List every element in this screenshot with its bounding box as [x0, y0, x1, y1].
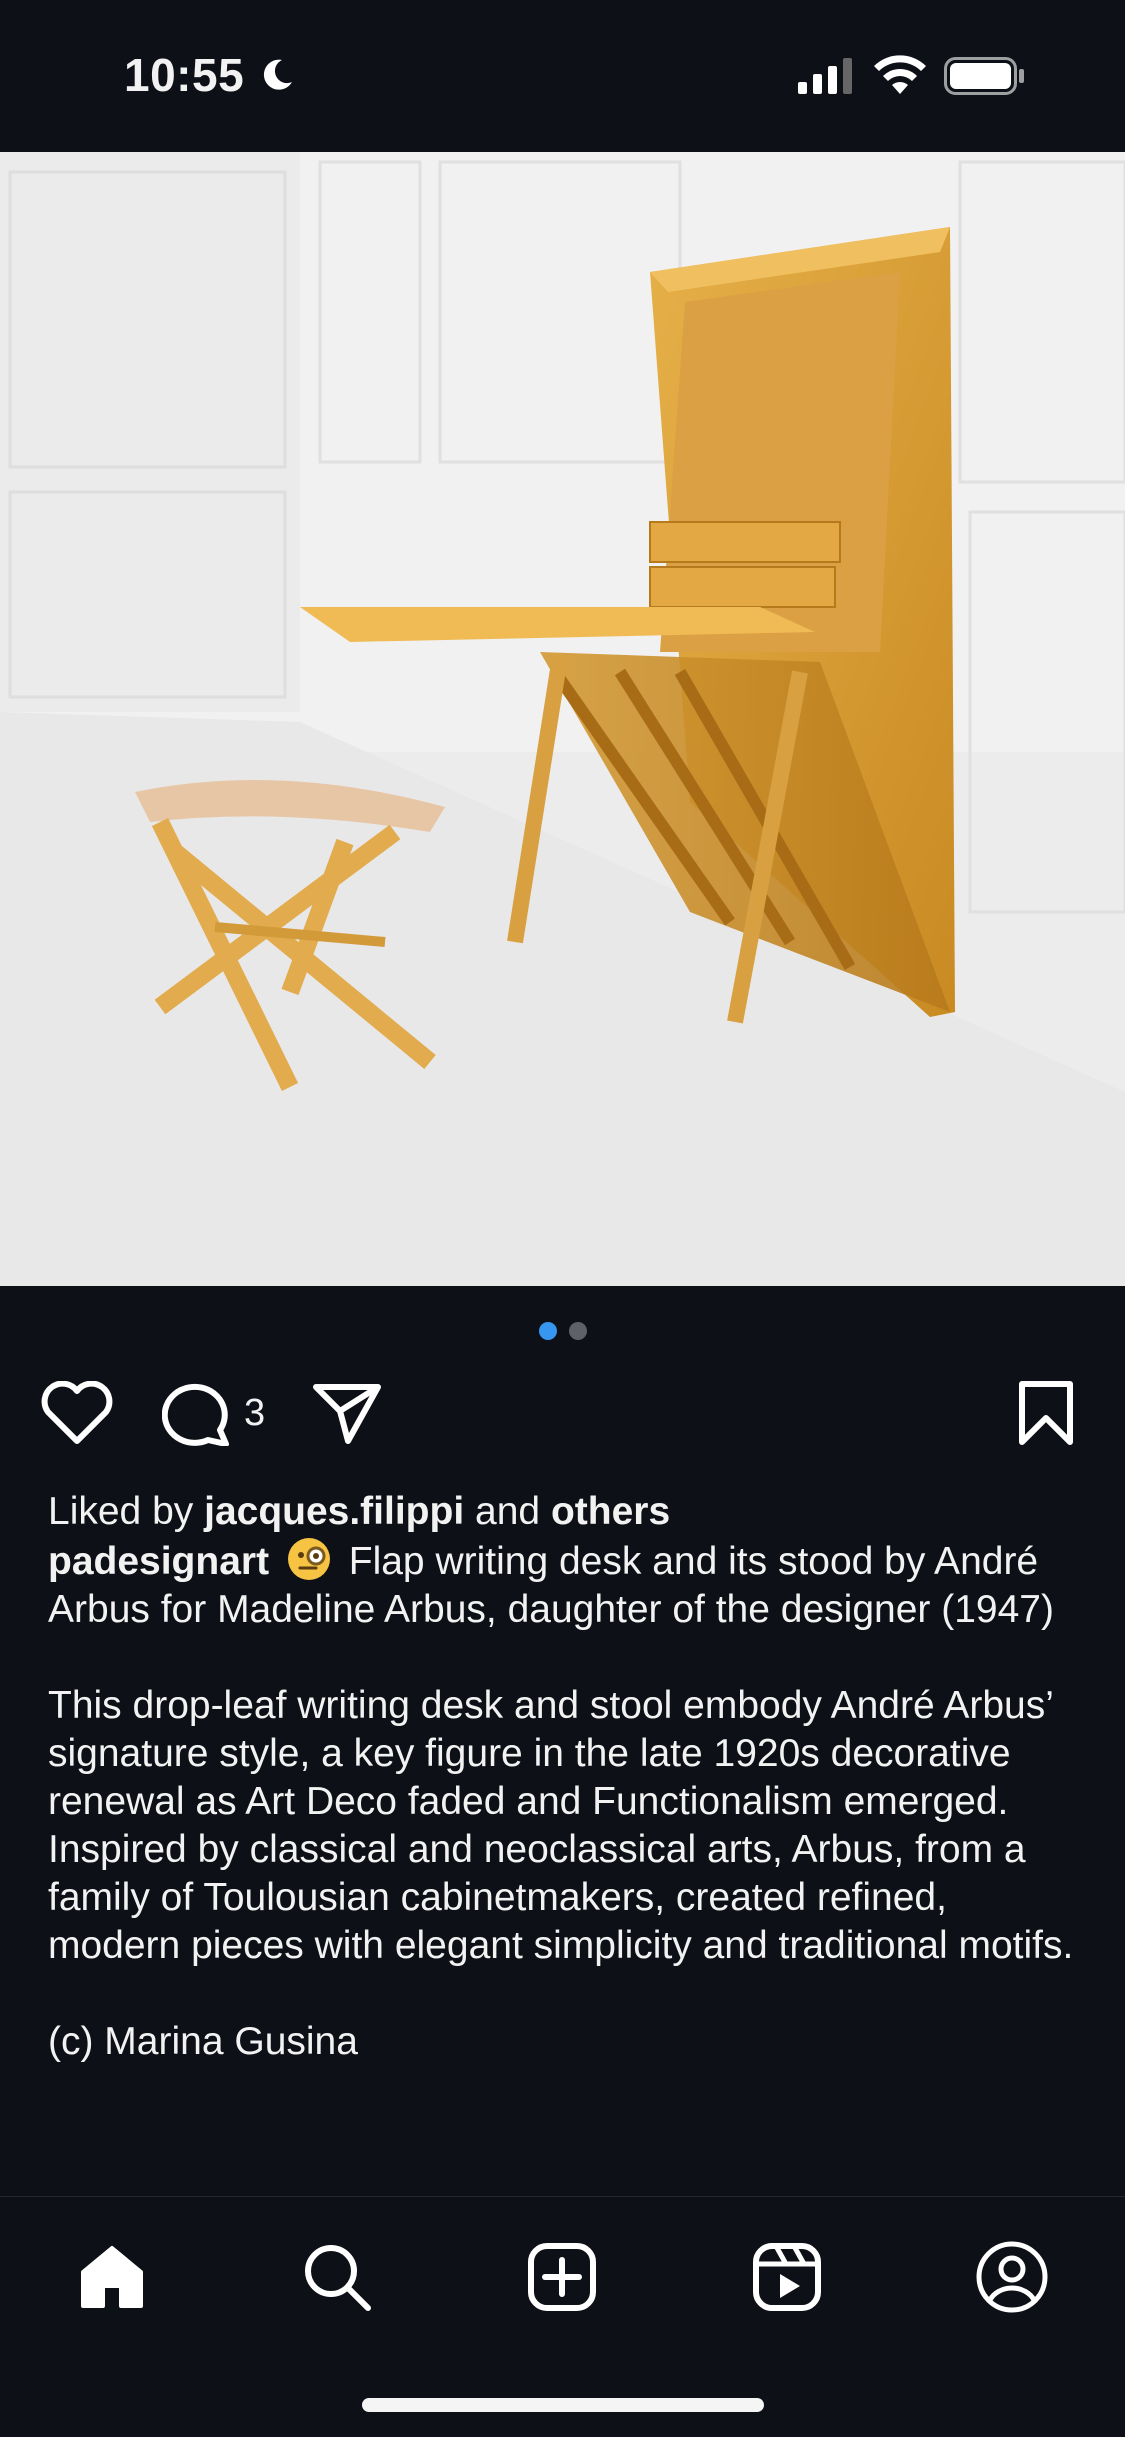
profile-icon [976, 2241, 1048, 2313]
save-button[interactable] [1018, 1378, 1074, 1448]
home-icon [81, 2246, 143, 2308]
like-button[interactable] [40, 1378, 114, 1448]
carousel-dot [568, 1322, 587, 1340]
status-time: 10:55 [124, 49, 245, 101]
desk-photo-illustration [0, 152, 1125, 1286]
battery-icon [944, 57, 1024, 95]
carousel-indicator [0, 1322, 1125, 1342]
status-bar: 10:55 [0, 0, 1125, 152]
moon-icon [263, 59, 292, 90]
caption-credit: (c) Marina Gusina [48, 2020, 358, 2063]
comment-icon [162, 1383, 229, 1446]
comment-button[interactable]: 3 [162, 1378, 265, 1448]
tab-home[interactable] [72, 2237, 152, 2317]
post-text: Liked by jacques.filippi and others pade… [48, 1488, 1088, 2066]
search-icon [305, 2245, 371, 2311]
caption-body: This drop-leaf writing desk and stool em… [48, 1684, 1074, 1967]
paper-plane-icon [313, 1384, 381, 1444]
liked-by-prefix: Liked by [48, 1490, 194, 1533]
tab-search[interactable] [297, 2237, 377, 2317]
caption-username[interactable]: padesignart [48, 1540, 269, 1583]
tab-reels[interactable] [747, 2237, 827, 2317]
heart-icon [41, 1381, 113, 1444]
tab-create[interactable] [522, 2237, 602, 2317]
caption: padesignart Flap writing desk and its st… [48, 1536, 1088, 1634]
share-button[interactable] [312, 1378, 382, 1448]
liked-by-line: Liked by jacques.filippi and others [48, 1488, 1088, 1536]
tab-profile[interactable] [972, 2237, 1052, 2317]
create-icon [528, 2243, 596, 2311]
signal-icon [798, 58, 852, 94]
liked-by-joiner: and [475, 1490, 541, 1533]
carousel-dot-active [538, 1322, 557, 1340]
liked-by-user[interactable]: jacques.filippi [204, 1490, 464, 1533]
wifi-icon [874, 55, 926, 94]
home-indicator[interactable] [362, 2398, 764, 2412]
post-actions: 3 [0, 1378, 1125, 1448]
liked-by-others[interactable]: others [551, 1490, 670, 1533]
post-image[interactable] [0, 152, 1125, 1286]
bookmark-icon [1019, 1381, 1073, 1445]
face-with-monocle-emoji [287, 1538, 330, 1580]
comment-count: 3 [244, 1391, 266, 1434]
reels-icon [753, 2243, 821, 2311]
